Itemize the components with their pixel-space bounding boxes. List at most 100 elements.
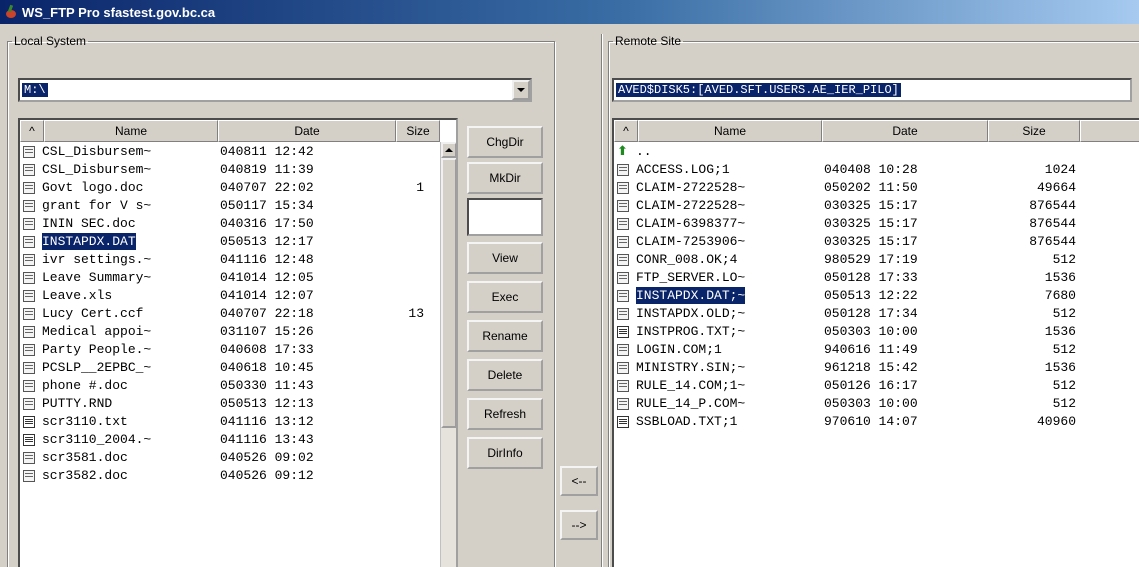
remote-size-header[interactable]: Size xyxy=(988,120,1080,142)
table-row[interactable]: PCSLP__2EPBC_~ 040618 10:45 xyxy=(20,359,440,376)
table-row[interactable]: CLAIM-7253906~ 030325 15:17 876544 xyxy=(614,233,1139,250)
table-row[interactable]: SSBLOAD.TXT;1 970610 14:07 40960 xyxy=(614,413,1139,430)
table-row[interactable]: INSTAPDX.OLD;~ 050128 17:34 512 xyxy=(614,305,1139,322)
file-name: SSBLOAD.TXT;1 xyxy=(636,414,738,429)
file-date: 050202 11:50 xyxy=(824,180,918,195)
file-name: Lucy Cert.ccf xyxy=(42,306,144,321)
table-row[interactable]: RULE_14.COM;1~ 050126 16:17 512 xyxy=(614,377,1139,394)
table-row[interactable]: CSL_Disbursem~ 040811 12:42 xyxy=(20,143,440,160)
local-path-dropdown-button[interactable] xyxy=(512,80,530,100)
delete-button[interactable]: Delete xyxy=(467,359,543,391)
file-name: FTP_SERVER.LO~ xyxy=(636,270,746,285)
local-size-header[interactable]: Size xyxy=(396,120,440,142)
file-name: INSTAPDX.OLD;~ xyxy=(636,306,746,321)
table-row[interactable]: scr3110_2004.~ 041116 13:43 xyxy=(20,431,440,448)
table-row[interactable]: LOGIN.COM;1 940616 11:49 512 xyxy=(614,341,1139,358)
table-row[interactable]: ININ SEC.doc 040316 17:50 xyxy=(20,215,440,232)
remote-path-field[interactable]: AVED$DISK5:[AVED.SFT.USERS.AE_IER_PILO] xyxy=(612,78,1132,102)
table-row[interactable]: CLAIM-2722528~ 030325 15:17 876544 xyxy=(614,197,1139,214)
remote-sort-header[interactable]: ^ xyxy=(614,120,638,142)
table-row[interactable]: Govt logo.doc 040707 22:02 1 xyxy=(20,179,440,196)
remote-name-header[interactable]: Name xyxy=(638,120,822,142)
doc-icon xyxy=(23,380,35,392)
table-row[interactable]: RULE_14_P.COM~ 050303 10:00 512 xyxy=(614,395,1139,412)
download-button[interactable]: --> xyxy=(560,510,598,540)
file-name: ACCESS.LOG;1 xyxy=(636,162,730,177)
table-row[interactable]: MINISTRY.SIN;~ 961218 15:42 1536 xyxy=(614,359,1139,376)
table-row[interactable]: INSTAPDX.DAT 050513 12:17 xyxy=(20,233,440,250)
remote-path-value: AVED$DISK5:[AVED.SFT.USERS.AE_IER_PILO] xyxy=(616,83,901,97)
refresh-button[interactable]: Refresh xyxy=(467,398,543,430)
doc-icon xyxy=(23,200,35,212)
rename-button[interactable]: Rename xyxy=(467,320,543,352)
table-row[interactable]: scr3581.doc 040526 09:02 xyxy=(20,449,440,466)
table-row[interactable]: CONR_008.OK;4 980529 17:19 512 xyxy=(614,251,1139,268)
file-date: 040707 22:02 xyxy=(220,180,314,195)
file-name: Medical appoi~ xyxy=(42,324,152,339)
local-file-list[interactable]: ^ Name Date Size CSL_Disbursem~ 040811 12… xyxy=(18,118,458,567)
local-path-combo[interactable]: M:\ xyxy=(18,78,532,102)
table-row[interactable]: INSTPROG.TXT;~ 050303 10:00 1536 xyxy=(614,323,1139,340)
file-date: 040618 10:45 xyxy=(220,360,314,375)
table-row[interactable]: FTP_SERVER.LO~ 050128 17:33 1536 xyxy=(614,269,1139,286)
table-row[interactable]: scr3582.doc 040526 09:12 xyxy=(20,467,440,484)
doc-icon xyxy=(23,218,35,230)
file-name: Govt logo.doc xyxy=(42,180,144,195)
file-size: 512 xyxy=(1052,342,1076,357)
table-row[interactable]: phone #.doc 050330 11:43 xyxy=(20,377,440,394)
file-name: RULE_14.COM;1~ xyxy=(636,378,746,393)
local-name-header[interactable]: Name xyxy=(44,120,218,142)
title-bar[interactable]: WS_FTP Pro sfastest.gov.bc.ca xyxy=(0,0,1139,24)
table-row[interactable]: INSTAPDX.DAT;~ 050513 12:22 7680 xyxy=(614,287,1139,304)
file-name: RULE_14_P.COM~ xyxy=(636,396,746,411)
dirinfo-button[interactable]: DirInfo xyxy=(467,437,543,469)
text-file-icon xyxy=(23,434,35,446)
table-row[interactable]: CLAIM-2722528~ 050202 11:50 49664 xyxy=(614,179,1139,196)
table-row[interactable]: ivr settings.~ 041116 12:48 xyxy=(20,251,440,268)
local-path-value: M:\ xyxy=(22,83,48,97)
local-date-header[interactable]: Date xyxy=(218,120,396,142)
file-mask-input[interactable] xyxy=(467,198,543,236)
file-date: 050303 10:00 xyxy=(824,324,918,339)
table-row[interactable]: Party People.~ 040608 17:33 xyxy=(20,341,440,358)
table-row[interactable]: CSL_Disbursem~ 040819 11:39 xyxy=(20,161,440,178)
file-size: 13 xyxy=(408,306,424,321)
scroll-thumb[interactable] xyxy=(441,158,456,428)
exec-button[interactable]: Exec xyxy=(467,281,543,313)
file-date: 031107 15:26 xyxy=(220,324,314,339)
remote-extra-header[interactable] xyxy=(1080,120,1139,142)
doc-icon xyxy=(23,146,35,158)
local-sort-header[interactable]: ^ xyxy=(20,120,44,142)
table-row[interactable]: Lucy Cert.ccf 040707 22:18 13 xyxy=(20,305,440,322)
table-row[interactable]: grant for V s~ 050117 15:34 xyxy=(20,197,440,214)
table-row[interactable]: Leave Summary~ 041014 12:05 xyxy=(20,269,440,286)
doc-icon xyxy=(23,164,35,176)
remote-file-list[interactable]: ^ Name Date Size ⬆ .. ACCESS.LOG;1 040408… xyxy=(612,118,1139,567)
local-list-scrollbar[interactable] xyxy=(440,142,456,567)
file-date: 040707 22:18 xyxy=(220,306,314,321)
mkdir-button[interactable]: MkDir xyxy=(467,162,543,194)
chgdir-button[interactable]: ChgDir xyxy=(467,126,543,158)
upload-button[interactable]: <-- xyxy=(560,466,598,496)
file-size: 1024 xyxy=(1044,162,1076,177)
parent-dir-row[interactable]: ⬆ .. xyxy=(614,143,1139,160)
file-date: 050303 10:00 xyxy=(824,396,918,411)
file-size: 1536 xyxy=(1044,270,1076,285)
remote-date-header[interactable]: Date xyxy=(822,120,988,142)
file-date: 030325 15:17 xyxy=(824,198,918,213)
table-row[interactable]: scr3110.txt 041116 13:12 xyxy=(20,413,440,430)
view-button[interactable]: View xyxy=(467,242,543,274)
table-row[interactable]: Medical appoi~ 031107 15:26 xyxy=(20,323,440,340)
doc-icon xyxy=(617,236,629,248)
table-row[interactable]: PUTTY.RND 050513 12:13 xyxy=(20,395,440,412)
scroll-up-button[interactable] xyxy=(441,142,456,158)
table-row[interactable]: Leave.xls 041014 12:07 xyxy=(20,287,440,304)
text-file-icon xyxy=(617,326,629,338)
chevron-up-icon xyxy=(445,148,453,152)
file-date: 030325 15:17 xyxy=(824,216,918,231)
table-row[interactable]: ACCESS.LOG;1 040408 10:28 1024 xyxy=(614,161,1139,178)
table-row[interactable]: CLAIM-6398377~ 030325 15:17 876544 xyxy=(614,215,1139,232)
remote-site-label: Remote Site xyxy=(615,34,682,48)
file-date: 041116 13:43 xyxy=(220,432,314,447)
ws-ftp-app-icon xyxy=(4,5,18,19)
